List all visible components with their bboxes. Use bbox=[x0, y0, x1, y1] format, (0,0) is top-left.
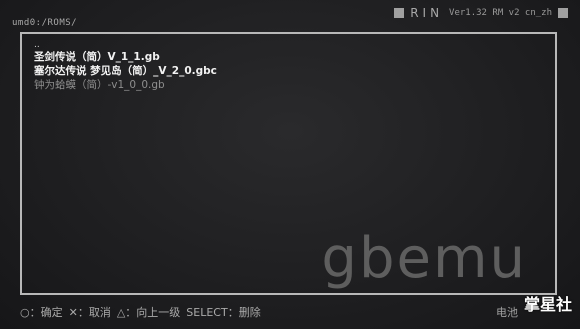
square-icon bbox=[558, 8, 568, 18]
cancel-hint: ✕：取消 bbox=[68, 306, 111, 319]
battery-status: 电池 bbox=[496, 306, 518, 319]
gbemu-logo: gbemu bbox=[321, 226, 527, 291]
app-version: Ver1.32 RM v2 cn_zh bbox=[449, 8, 552, 18]
square-icon bbox=[394, 8, 405, 18]
title-bar: RIN Ver1.32 RM v2 cn_zh bbox=[394, 6, 568, 20]
file-browser-panel: .. 圣剑传说（简）V_1_1.gb 塞尔达传说 梦见岛（简）_V_2_0.gb… bbox=[20, 32, 557, 295]
emulator-screen: umd0:/ROMS/ RIN Ver1.32 RM v2 cn_zh .. 圣… bbox=[0, 0, 580, 329]
file-list: .. 圣剑传说（简）V_1_1.gb 塞尔达传说 梦见岛（简）_V_2_0.gb… bbox=[34, 40, 217, 92]
current-path: umd0:/ROMS/ bbox=[12, 18, 78, 28]
delete-hint: SELECT：删除 bbox=[186, 306, 261, 319]
app-name: RIN bbox=[410, 6, 444, 20]
file-item[interactable]: 塞尔达传说 梦见岛（简）_V_2_0.gbc bbox=[34, 64, 217, 78]
watermark-logo: 掌星社 bbox=[523, 295, 572, 314]
up-level-hint: △：向上一级 bbox=[116, 306, 181, 319]
control-hints: ○：确定 ✕：取消 △：向上一级 SELECT：删除 bbox=[20, 304, 261, 320]
confirm-hint: ○：确定 bbox=[20, 306, 63, 319]
file-item[interactable]: 圣剑传说（简）V_1_1.gb bbox=[34, 50, 217, 64]
parent-directory-item[interactable]: .. bbox=[34, 40, 217, 50]
file-item-selected[interactable]: 钟为蛤蟆（简）-v1_0_0.gb bbox=[34, 78, 217, 92]
